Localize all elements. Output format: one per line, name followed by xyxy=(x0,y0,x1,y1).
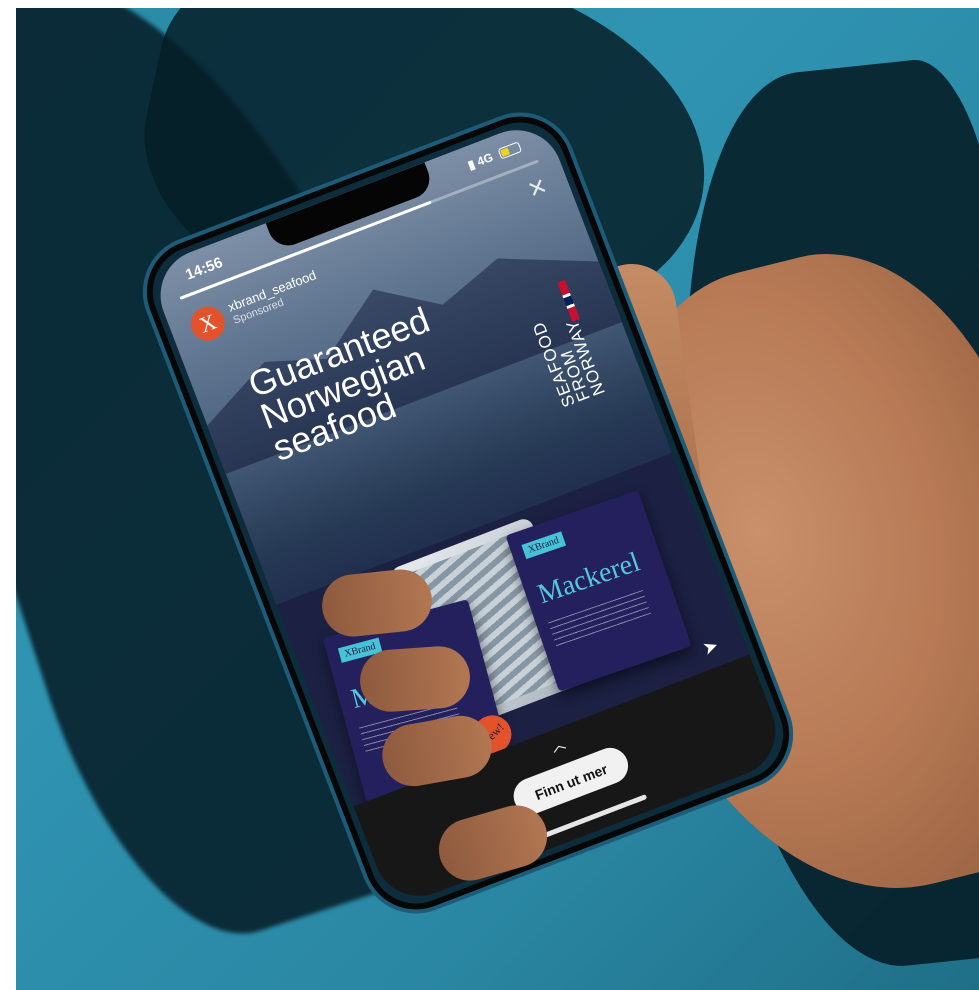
ad-headline: Guaranteed Norwegian seafood xyxy=(243,299,458,469)
status-time: 14:56 xyxy=(183,254,226,284)
battery-icon xyxy=(497,141,523,160)
avatar[interactable]: X xyxy=(185,301,230,346)
chevron-up-icon[interactable]: ︿ xyxy=(548,733,568,757)
close-icon[interactable]: × xyxy=(523,170,551,207)
network-label: 4G xyxy=(475,149,496,169)
signal-icon: ▮ xyxy=(465,156,477,173)
pack-brand: XBrand xyxy=(521,531,566,560)
finger xyxy=(357,644,473,714)
